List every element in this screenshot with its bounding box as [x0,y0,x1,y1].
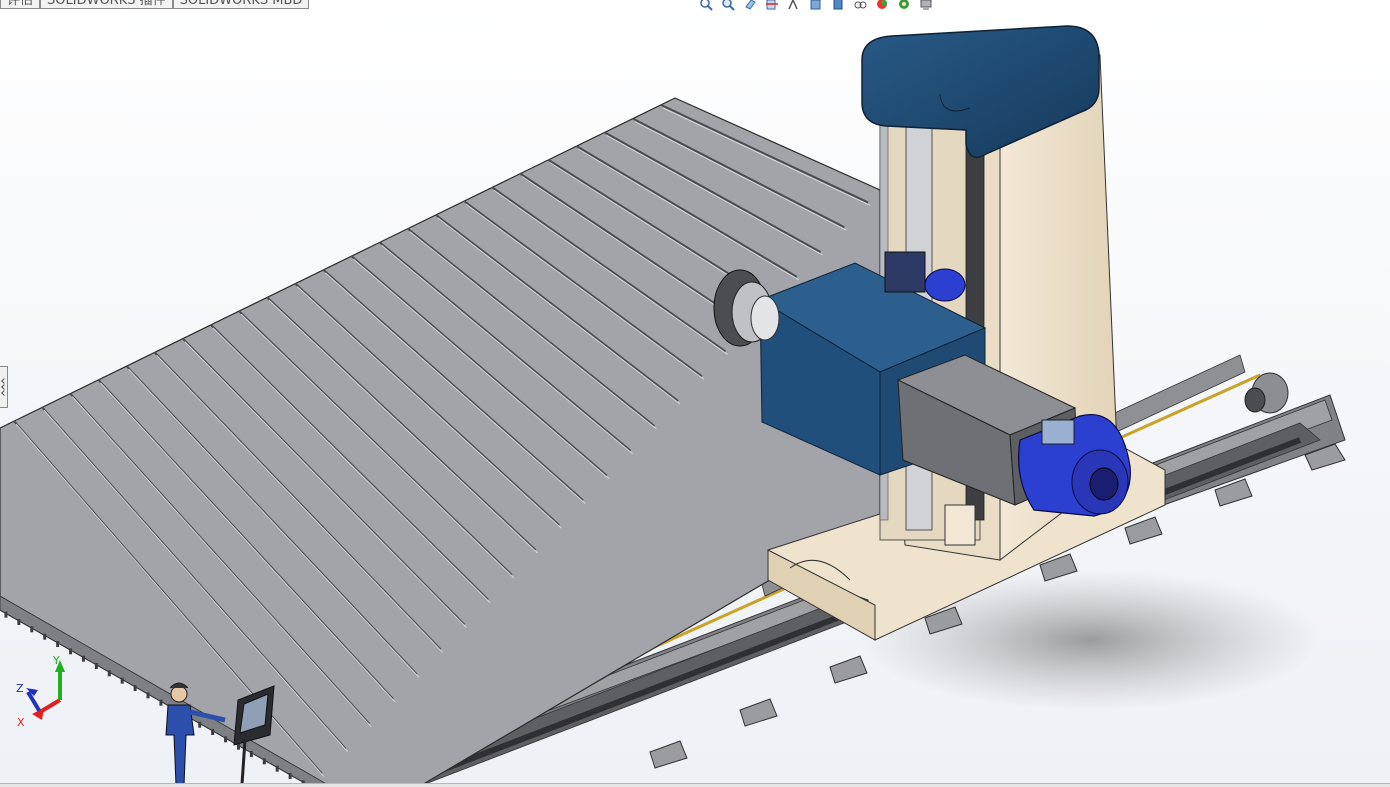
triad-y-label: Y [52,654,60,667]
feature-manager-collapse-handle[interactable] [0,366,8,408]
tab-solidworks-addins[interactable]: SOLIDWORKS 插件 [40,0,173,9]
tab-solidworks-mbd[interactable]: SOLIDWORKS MBD [172,0,310,9]
dynamic-annotation-views-icon[interactable] [784,0,804,11]
cad-model-view[interactable]: Y Z X [0,0,1390,786]
triad-z-label: Z [16,682,24,695]
t-slot-worktable[interactable] [0,97,881,786]
view-settings-icon[interactable] [916,0,936,11]
display-style-icon[interactable] [828,0,848,11]
heads-up-view-toolbar [696,0,936,12]
apply-scene-icon[interactable] [894,0,914,11]
zoom-to-fit-icon[interactable] [696,0,716,11]
edit-appearance-icon[interactable] [872,0,892,11]
tab-evaluate[interactable]: 评估 [0,0,41,9]
zoom-to-area-icon[interactable] [718,0,738,11]
graphics-area-bottom-border [0,783,1390,787]
section-view-icon[interactable] [762,0,782,11]
graphics-area[interactable]: Y Z X [0,0,1390,786]
hide-show-items-icon[interactable] [850,0,870,11]
command-manager-tabs: 评估 SOLIDWORKS 插件 SOLIDWORKS MBD [0,0,310,9]
control-pendant [233,685,275,785]
view-triad: Y Z X [16,654,65,729]
view-orientation-icon[interactable] [806,0,826,11]
previous-view-icon[interactable] [740,0,760,11]
triad-x-label: X [17,716,25,729]
